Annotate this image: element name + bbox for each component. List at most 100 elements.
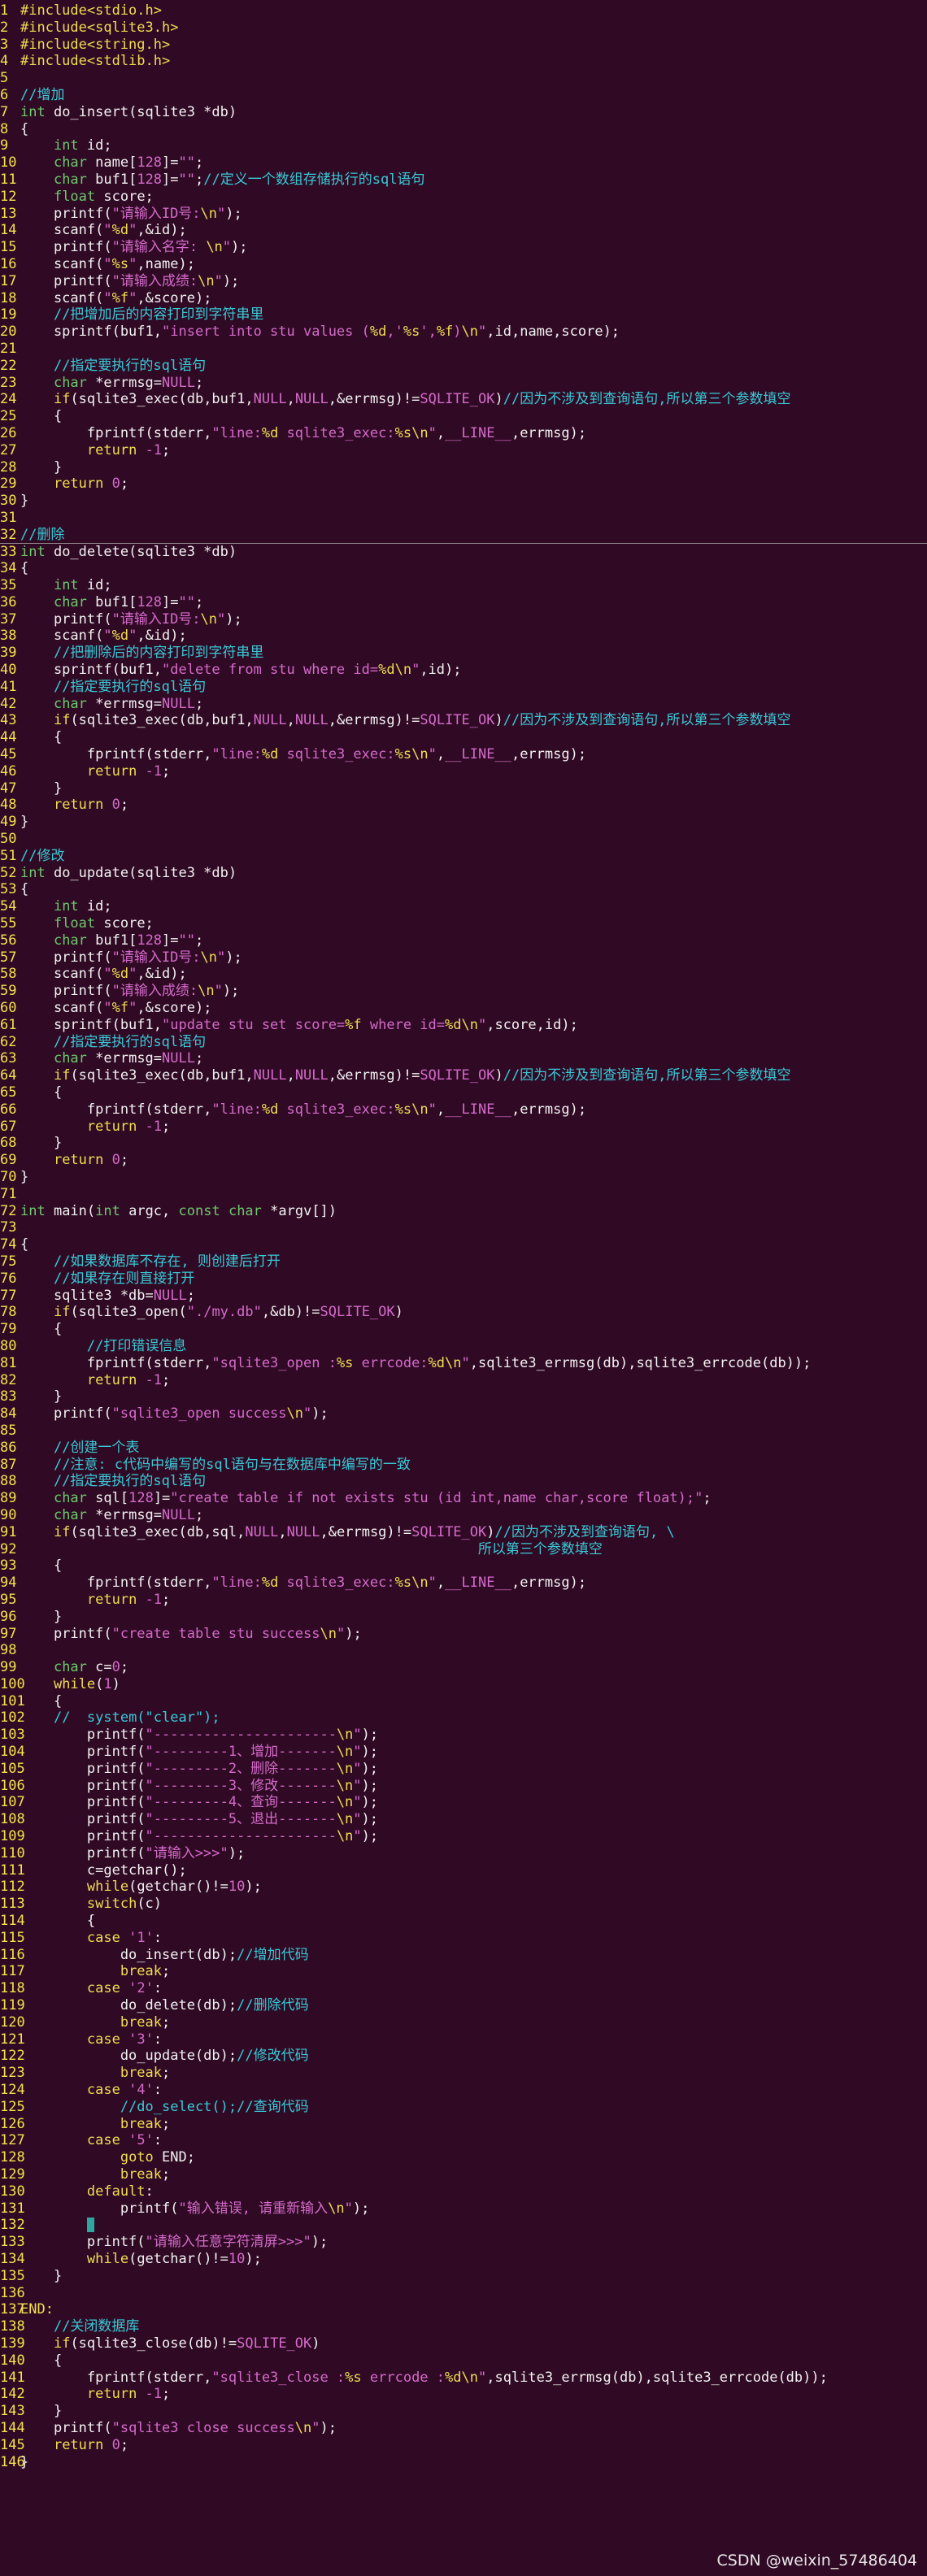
- code-line[interactable]: 54 int id;: [0, 898, 927, 915]
- code-text[interactable]: int do_update(sqlite3 *db): [20, 865, 237, 882]
- code-text[interactable]: printf("请输入名字: \n");: [20, 239, 248, 256]
- code-line[interactable]: 69 return 0;: [0, 1152, 927, 1169]
- code-line[interactable]: 146}: [0, 2454, 927, 2471]
- code-text[interactable]: }: [20, 2403, 62, 2420]
- code-line[interactable]: 66 fprintf(stderr,"line:%d sqlite3_exec:…: [0, 1101, 927, 1119]
- code-line[interactable]: 19 //把增加后的内容打印到字符串里: [0, 306, 927, 324]
- code-text[interactable]: case '5':: [20, 2132, 162, 2149]
- code-text[interactable]: {: [20, 2352, 62, 2370]
- code-text[interactable]: fprintf(stderr,"sqlite3_close :%s errcod…: [20, 2370, 828, 2387]
- code-text[interactable]: {: [20, 1236, 28, 1253]
- code-line[interactable]: 89 char sql[128]="create table if not ex…: [0, 1490, 927, 1507]
- code-text[interactable]: //do_select();//查询代码: [20, 2099, 309, 2116]
- code-line[interactable]: 9 int id;: [0, 137, 927, 154]
- code-text[interactable]: //关闭数据库: [20, 2318, 139, 2335]
- code-text[interactable]: printf("---------3、修改-------\n");: [20, 1778, 378, 1795]
- code-text[interactable]: int do_delete(sqlite3 *db): [20, 544, 237, 561]
- code-text[interactable]: }: [20, 2454, 28, 2471]
- code-text[interactable]: //修改: [20, 848, 64, 865]
- code-text[interactable]: {: [20, 1693, 62, 1710]
- code-line[interactable]: 77 sqlite3 *db=NULL;: [0, 1288, 927, 1305]
- code-text[interactable]: END:: [20, 2301, 54, 2318]
- code-line[interactable]: 14 scanf("%d",&id);: [0, 222, 927, 239]
- code-text[interactable]: if(sqlite3_open("./my.db",&db)!=SQLITE_O…: [20, 1304, 403, 1321]
- code-text[interactable]: {: [20, 729, 62, 746]
- code-line[interactable]: 144 printf("sqlite3 close success\n");: [0, 2420, 927, 2437]
- code-line[interactable]: 94 fprintf(stderr,"line:%d sqlite3_exec:…: [0, 1575, 927, 1592]
- code-line[interactable]: 145 return 0;: [0, 2437, 927, 2454]
- code-text[interactable]: }: [20, 1135, 62, 1152]
- code-text[interactable]: float score;: [20, 915, 154, 932]
- code-text[interactable]: char *errmsg=NULL;: [20, 1507, 203, 1524]
- code-text[interactable]: //打印错误信息: [20, 1338, 186, 1355]
- code-line[interactable]: 17 printf("请输入成绩:\n");: [0, 273, 927, 290]
- code-text[interactable]: switch(c): [20, 1896, 162, 1913]
- code-line[interactable]: 58 scanf("%d",&id);: [0, 966, 927, 983]
- code-line[interactable]: 16 scanf("%s",name);: [0, 256, 927, 273]
- code-text[interactable]: char c=0;: [20, 1659, 128, 1676]
- code-text[interactable]: printf("sqlite3_open success\n");: [20, 1405, 329, 1423]
- code-text[interactable]: scanf("%s",name);: [20, 256, 195, 273]
- code-line[interactable]: 90 char *errmsg=NULL;: [0, 1507, 927, 1524]
- code-text[interactable]: return -1;: [20, 1372, 170, 1389]
- code-line[interactable]: 81 fprintf(stderr,"sqlite3_open :%s errc…: [0, 1355, 927, 1372]
- code-text[interactable]: int main(int argc, const char *argv[]): [20, 1203, 337, 1220]
- code-line[interactable]: 91 if(sqlite3_exec(db,sql,NULL,NULL,&err…: [0, 1524, 927, 1541]
- code-text[interactable]: sprintf(buf1,"insert into stu values (%d…: [20, 324, 620, 341]
- code-text[interactable]: fprintf(stderr,"line:%d sqlite3_exec:%s\…: [20, 1575, 586, 1592]
- code-text[interactable]: fprintf(stderr,"sqlite3_open :%s errcode…: [20, 1355, 812, 1372]
- code-text[interactable]: if(sqlite3_exec(db,buf1,NULL,NULL,&errms…: [20, 1067, 791, 1084]
- code-text[interactable]: goto END;: [20, 2149, 195, 2166]
- code-line[interactable]: 99 char c=0;: [0, 1659, 927, 1676]
- code-text[interactable]: scanf("%d",&id);: [20, 628, 187, 645]
- code-line[interactable]: 118 case '2':: [0, 1980, 927, 1997]
- code-text[interactable]: sprintf(buf1,"delete from stu where id=%…: [20, 662, 462, 679]
- code-line[interactable]: 113 switch(c): [0, 1896, 927, 1913]
- code-text[interactable]: return 0;: [20, 797, 128, 814]
- code-line[interactable]: 13 printf("请输入ID号:\n");: [0, 206, 927, 223]
- code-line[interactable]: 119 do_delete(db);//删除代码: [0, 1997, 927, 2014]
- code-text[interactable]: //把删除后的内容打印到字符串里: [20, 645, 263, 662]
- code-line[interactable]: 85: [0, 1423, 927, 1440]
- code-text[interactable]: case '3':: [20, 2031, 162, 2048]
- code-text[interactable]: printf("----------------------\n");: [20, 1828, 378, 1845]
- code-text[interactable]: fprintf(stderr,"line:%d sqlite3_exec:%s\…: [20, 1101, 586, 1119]
- code-line[interactable]: 23 char *errmsg=NULL;: [0, 375, 927, 392]
- code-lines[interactable]: 1 #include<stdio.h> 2 #include<sqlite3.h> 3 #…: [0, 2, 927, 2470]
- code-text[interactable]: return -1;: [20, 442, 170, 459]
- code-text[interactable]: char sql[128]="create table if not exist…: [20, 1490, 712, 1507]
- code-text[interactable]: do_delete(db);//删除代码: [20, 1997, 309, 2014]
- code-text[interactable]: //指定要执行的sql语句: [20, 1034, 206, 1051]
- code-text[interactable]: printf("请输入成绩:\n");: [20, 983, 239, 1000]
- code-text[interactable]: //注意: c代码中编写的sql语句与在数据库中编写的一致: [20, 1457, 411, 1474]
- code-text[interactable]: #include<stdio.h>: [20, 2, 162, 20]
- code-line[interactable]: 11 char buf1[128]="";//定义一个数组存储执行的sql语句: [0, 172, 927, 189]
- code-line[interactable]: 79 {: [0, 1321, 927, 1338]
- code-text[interactable]: return 0;: [20, 2437, 128, 2454]
- code-text[interactable]: [20, 2217, 94, 2234]
- code-line[interactable]: 110 printf("请输入>>>");: [0, 1845, 927, 1862]
- code-text[interactable]: case '2':: [20, 1980, 162, 1997]
- code-line[interactable]: 44 {: [0, 729, 927, 746]
- code-text[interactable]: case '4':: [20, 2082, 162, 2099]
- code-text[interactable]: case '1':: [20, 1930, 162, 1947]
- code-line[interactable]: 30}: [0, 493, 927, 510]
- code-text[interactable]: scanf("%f",&score);: [20, 290, 212, 307]
- code-line[interactable]: 50: [0, 831, 927, 848]
- code-line[interactable]: 45 fprintf(stderr,"line:%d sqlite3_exec:…: [0, 746, 927, 763]
- code-text[interactable]: printf("请输入ID号:\n");: [20, 206, 242, 223]
- code-line[interactable]: 78 if(sqlite3_open("./my.db",&db)!=SQLIT…: [0, 1304, 927, 1321]
- code-line[interactable]: 105 printf("---------2、删除-------\n");: [0, 1761, 927, 1778]
- code-line[interactable]: 56 char buf1[128]="";: [0, 932, 927, 949]
- code-text[interactable]: char *errmsg=NULL;: [20, 1050, 203, 1067]
- code-line[interactable]: 20 sprintf(buf1,"insert into stu values …: [0, 324, 927, 341]
- code-text[interactable]: char name[128]="";: [20, 154, 203, 172]
- code-line[interactable]: 74{: [0, 1236, 927, 1253]
- code-text[interactable]: printf("---------5、退出-------\n");: [20, 1811, 378, 1828]
- code-line[interactable]: 21: [0, 341, 927, 358]
- code-text[interactable]: //如果数据库不存在, 则创建后打开: [20, 1253, 281, 1271]
- code-line[interactable]: 136: [0, 2285, 927, 2302]
- code-text[interactable]: default:: [20, 2183, 154, 2200]
- code-line[interactable]: 53{: [0, 881, 927, 898]
- code-line[interactable]: 134 while(getchar()!=10);: [0, 2251, 927, 2268]
